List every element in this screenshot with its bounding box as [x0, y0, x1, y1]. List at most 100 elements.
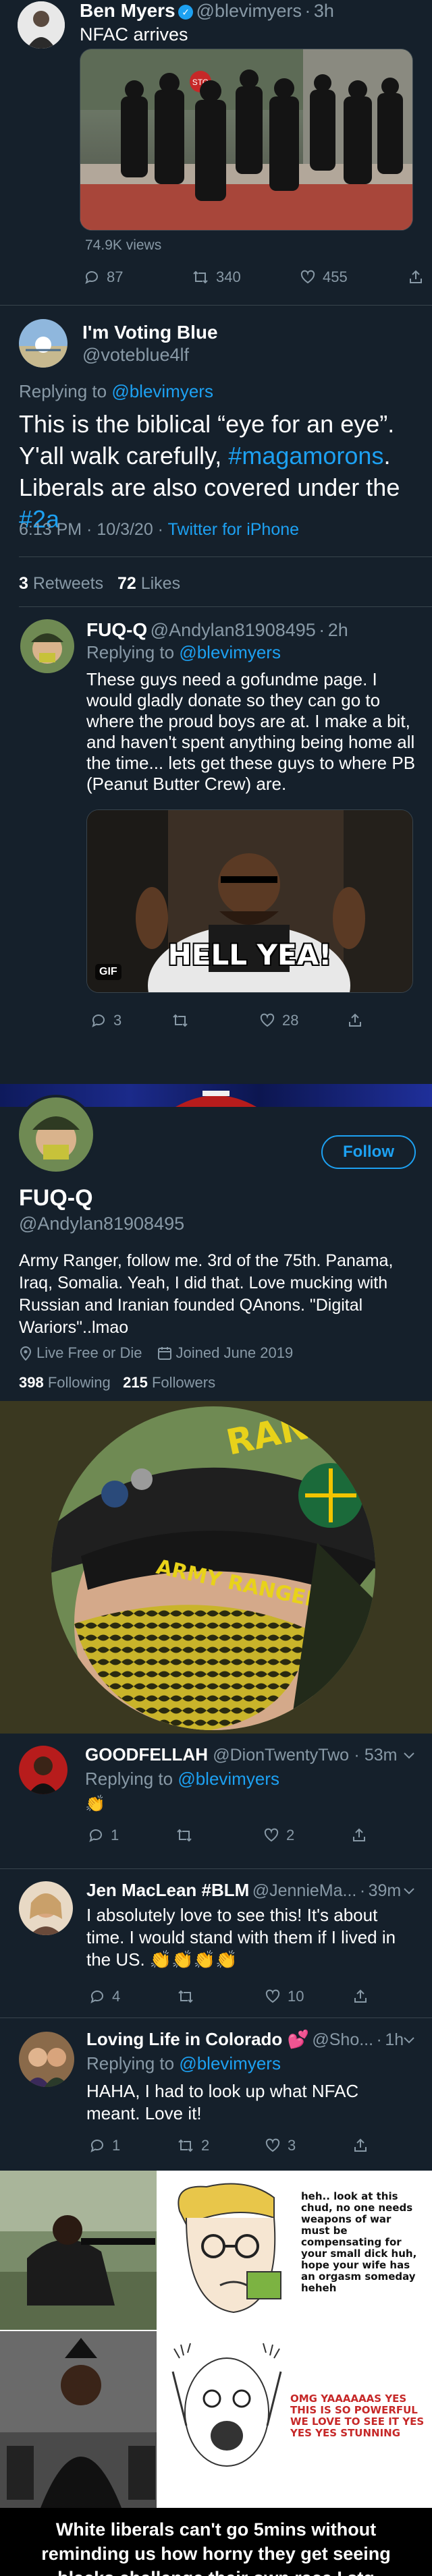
share-icon — [410, 270, 422, 283]
meme-text-top: heh.. look at this chud, no one needs we… — [301, 2190, 417, 2294]
share-button[interactable] — [351, 1827, 432, 1843]
avatar-jen[interactable] — [19, 1881, 73, 1935]
tweet-source[interactable]: Twitter for iPhone — [168, 520, 300, 539]
author-handle[interactable]: @JennieMa... — [252, 1881, 357, 1900]
like-count: 3 — [288, 2137, 296, 2154]
share-button[interactable] — [352, 1988, 432, 2005]
tweet-time: 39m — [368, 1881, 402, 1900]
heart-icon — [300, 270, 315, 284]
reply-count: 1 — [112, 2137, 121, 2154]
reply-button[interactable]: 3 — [90, 1012, 171, 1029]
author-name[interactable]: Jen MacLean #BLM — [86, 1880, 249, 1900]
view-count: 74.9K views — [85, 237, 162, 253]
replying-to-link[interactable]: @blevimyers — [178, 1769, 279, 1789]
reply-button[interactable]: 87 — [84, 268, 192, 286]
hashtag-magamorons[interactable]: #magamorons — [228, 442, 383, 469]
replying-prefix: Replying to — [19, 381, 107, 401]
author-name[interactable]: Ben Myers — [80, 0, 176, 21]
likes-stat[interactable]: 72 Likes — [117, 574, 180, 593]
reply-button[interactable]: 4 — [89, 1988, 177, 2005]
share-button[interactable] — [347, 1012, 432, 1029]
followers-stat[interactable]: 215 Followers — [123, 1374, 215, 1391]
meme-text-bottom: OMG YAAAAAAS YES THIS IS SO POWERFUL WE … — [290, 2393, 425, 2439]
tweet-video[interactable]: STO — [80, 49, 413, 231]
heart-icon — [265, 1989, 280, 2003]
author-name[interactable]: I'm Voting Blue — [82, 322, 218, 343]
tweet-time: 2h — [327, 620, 348, 640]
reply-jen-maclean[interactable]: Jen MacLean #BLM @JennieMa... · 39m I ab… — [0, 1869, 432, 2017]
retweet-button[interactable]: 340 — [192, 268, 300, 286]
reply-count: 1 — [111, 1827, 119, 1843]
tweet-time: 3h — [313, 1, 334, 21]
reply-text: HAHA, I had to look up what NFAC meant. … — [86, 2081, 359, 2123]
author-name[interactable]: GOODFELLAH — [85, 1744, 208, 1765]
retweet-button[interactable] — [177, 1988, 265, 2005]
author-handle[interactable]: @DionTwentyTwo — [213, 1746, 349, 1765]
meme-photo-crowd — [0, 2331, 157, 2508]
like-button[interactable]: 10 — [265, 1988, 352, 2005]
chevron-down-icon[interactable] — [402, 2036, 416, 2045]
tweet-text: NFAC arrives — [80, 24, 188, 45]
replying-to-link[interactable]: @blevimyers — [179, 2053, 281, 2073]
chevron-down-icon[interactable] — [402, 1887, 416, 1896]
reply-button[interactable]: 1 — [89, 2137, 177, 2154]
reply-button[interactable]: 1 — [88, 1827, 176, 1844]
heart-icon — [260, 1013, 275, 1027]
share-icon — [349, 1013, 361, 1027]
avatar-goodfellah[interactable] — [19, 1746, 68, 1794]
retweet-icon — [178, 1990, 193, 2003]
reply-loving-life[interactable]: Loving Life in Colorado 💕 @Sho... · 1h R… — [0, 2018, 432, 2171]
verified-icon: ✓ — [178, 5, 194, 20]
retweet-icon — [177, 1829, 192, 1842]
share-button[interactable] — [408, 269, 432, 285]
follow-button[interactable]: Follow — [321, 1135, 416, 1169]
like-button[interactable]: 2 — [263, 1827, 351, 1844]
reply-goodfellah[interactable]: GOODFELLAH @DionTwentyTwo · 53m Replying… — [0, 1734, 432, 1868]
like-count: 10 — [288, 1988, 304, 2005]
avatar-ben-myers[interactable] — [18, 1, 65, 49]
profile-location: Live Free or Die — [36, 1344, 142, 1361]
chevron-down-icon[interactable] — [402, 1751, 416, 1761]
following-stat[interactable]: 398 Following — [19, 1374, 111, 1391]
profile-avatar[interactable] — [16, 1095, 96, 1174]
reply-icon — [85, 271, 98, 284]
avatar-fuqq[interactable] — [20, 619, 74, 673]
like-button[interactable]: 28 — [259, 1012, 347, 1029]
author-handle[interactable]: @voteblue4lf — [82, 345, 189, 366]
profile-photo-enlarged[interactable]: RANGER ARMY RANGER — [0, 1401, 432, 1734]
replying-prefix: Replying to — [85, 1769, 173, 1789]
like-button[interactable]: 3 — [265, 2137, 352, 2154]
retweet-button[interactable] — [176, 1827, 263, 1843]
tweet-fuqq-reply[interactable]: FUQ-Q @Andylan81908495 · 2h Replying to … — [0, 607, 432, 1079]
retweets-stat[interactable]: 3 Retweets — [19, 574, 108, 593]
author-name[interactable]: FUQ-Q — [86, 619, 147, 640]
profile-card: Follow FUQ-Q @Andylan81908495 Army Range… — [0, 1095, 432, 1401]
tweet-time: 1h — [385, 2030, 404, 2049]
reply-icon — [89, 1829, 102, 1842]
reply-count: 87 — [107, 268, 124, 285]
replying-to-link[interactable]: @blevimyers — [111, 381, 213, 401]
author-handle[interactable]: @Andylan81908495 — [151, 620, 316, 640]
tweet-gif[interactable]: HELL YEA! GIF — [86, 809, 413, 993]
author-handle[interactable]: @Sho... — [312, 2030, 373, 2049]
like-button[interactable]: 455 — [300, 268, 408, 286]
retweet-icon — [178, 2139, 193, 2152]
avatar-loving-life[interactable] — [19, 2032, 74, 2087]
share-icon — [354, 1989, 367, 2003]
retweet-icon — [193, 270, 208, 284]
retweet-icon — [173, 1014, 188, 1027]
share-button[interactable] — [352, 2138, 432, 2154]
retweet-button[interactable]: 2 — [177, 2137, 265, 2154]
author-handle[interactable]: @blevimyers — [196, 1, 302, 21]
meme-panel: heh.. look at this chud, no one needs we… — [0, 2171, 432, 2576]
tweet-nfac-arrives[interactable]: Ben Myers ✓ @blevimyers · 3h NFAC arrive… — [0, 0, 432, 305]
author-name[interactable]: Loving Life in Colorado 💕 — [86, 2029, 309, 2049]
gif-badge: GIF — [95, 964, 122, 980]
retweet-button[interactable] — [171, 1012, 259, 1029]
reply-icon — [90, 2140, 103, 2152]
avatar-voteblue[interactable] — [19, 319, 68, 368]
share-icon — [354, 2138, 367, 2152]
tweet-timestamp: 6:13 PM · 10/3/20 · — [19, 520, 164, 539]
replying-to-link[interactable]: @blevimyers — [179, 642, 281, 662]
tweet-text: This is the biblical “eye for an eye”. Y… — [19, 410, 400, 533]
